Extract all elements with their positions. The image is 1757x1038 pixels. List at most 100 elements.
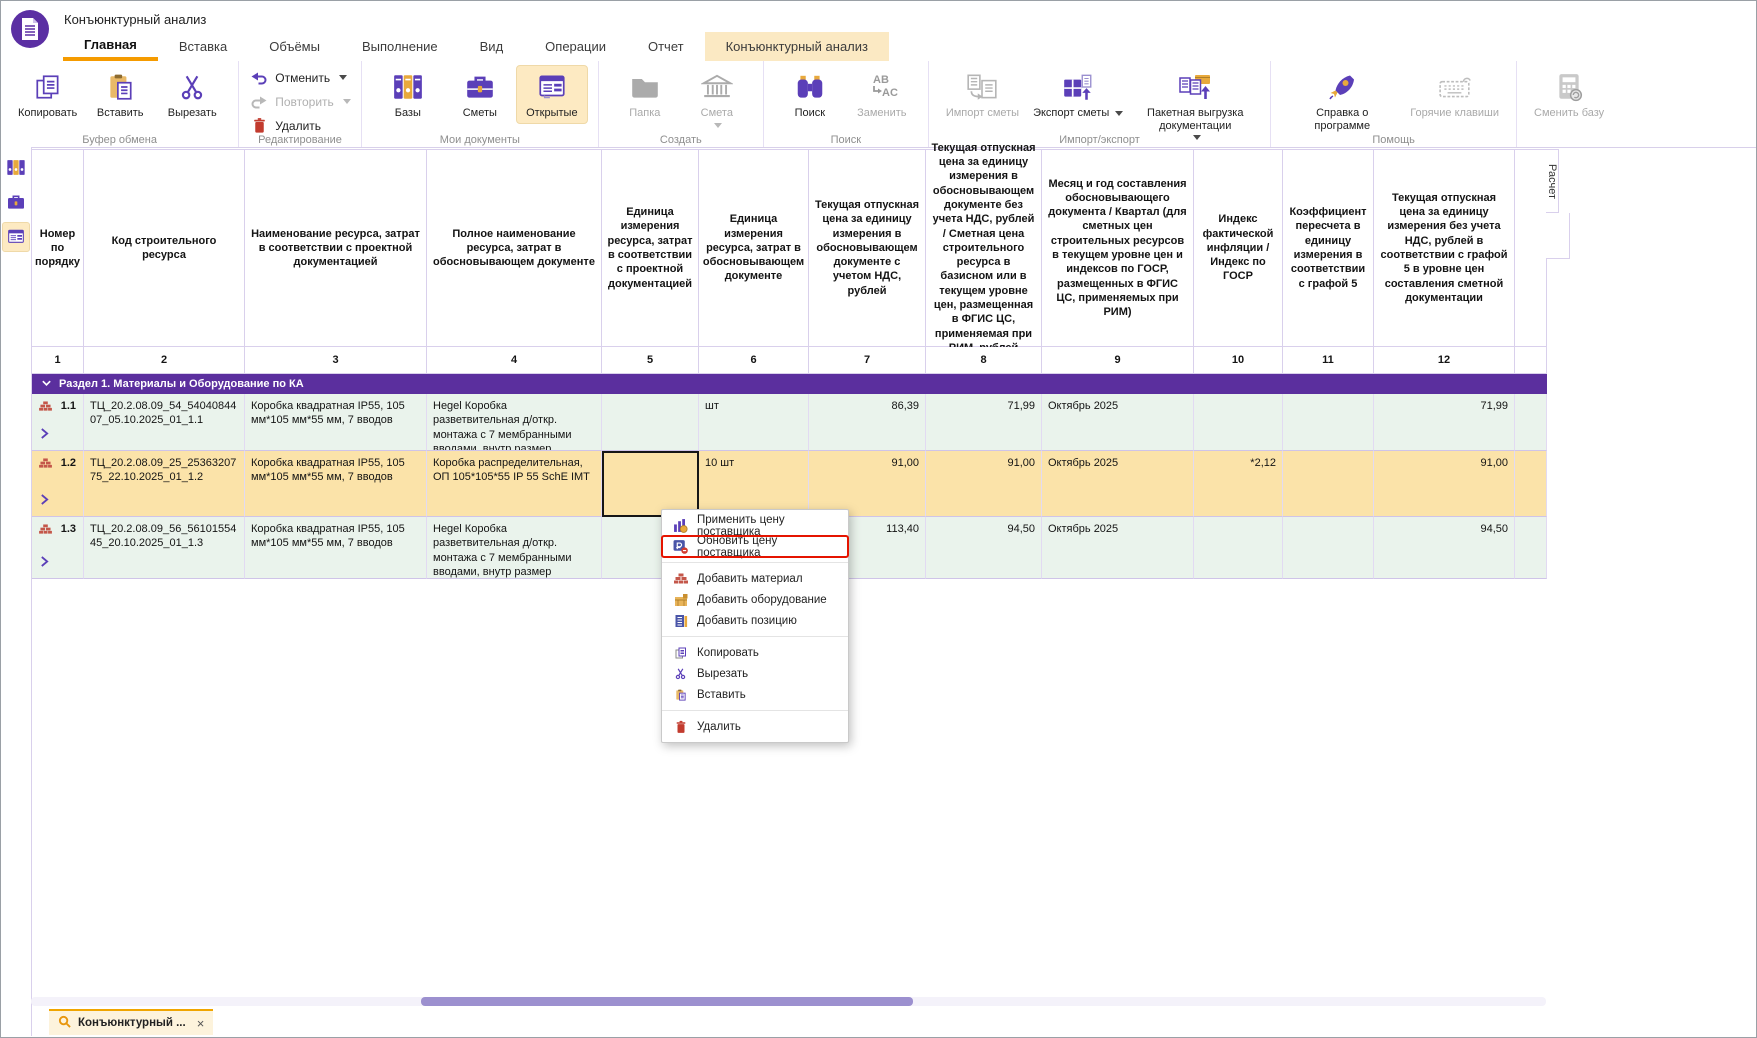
cell-conversion-coef[interactable]	[1283, 451, 1374, 517]
sidebar-open-docs-button[interactable]	[2, 222, 30, 252]
tab-operacii[interactable]: Операции	[524, 32, 627, 61]
cell-price-final[interactable]: 94,50	[1374, 517, 1515, 579]
cell-inflation-index[interactable]	[1194, 394, 1283, 451]
menu-item-paste[interactable]: Вставить	[662, 684, 848, 705]
bases-button[interactable]: Базы	[372, 65, 444, 124]
cell-code[interactable]: ТЦ_20.2.08.09_54_5404084407_05.10.2025_0…	[84, 394, 245, 451]
about-button[interactable]: Справка о программе	[1281, 65, 1403, 136]
delete-button[interactable]: Удалить	[249, 115, 351, 136]
caret-down-icon[interactable]	[339, 75, 347, 80]
magnifier-icon	[58, 1015, 71, 1031]
tab-vypolnenie[interactable]: Выполнение	[341, 32, 459, 61]
tab-vstavka[interactable]: Вставка	[158, 32, 248, 61]
cell-month[interactable]: Октябрь 2025	[1042, 451, 1194, 517]
expand-chevron-icon[interactable]	[40, 427, 49, 444]
cell-price-final[interactable]: 71,99	[1374, 394, 1515, 451]
redo-icon	[249, 94, 269, 109]
caret-down-icon[interactable]	[343, 99, 351, 104]
caret-down-icon[interactable]	[714, 123, 722, 128]
update-price-icon	[673, 539, 688, 554]
menu-item-update-supplier-price[interactable]: Обновить цену поставщика	[662, 536, 848, 557]
cell-price-no-vat[interactable]: 71,99	[926, 394, 1042, 451]
row-number: 1.1	[61, 399, 76, 413]
new-estimate-button[interactable]: Смета	[681, 65, 753, 132]
paste-button[interactable]: Вставить	[84, 65, 156, 124]
open-docs-icon	[536, 69, 568, 105]
row-id-cell[interactable]: 1.2	[32, 451, 84, 517]
replace-button[interactable]: ABAC Заменить	[846, 65, 918, 124]
close-icon[interactable]: ×	[197, 1016, 205, 1031]
cell-conversion-coef[interactable]	[1283, 394, 1374, 451]
row-id-cell[interactable]: 1.3	[32, 517, 84, 579]
new-folder-button[interactable]: Папка	[609, 65, 681, 124]
cell-code[interactable]: ТЦ_20.2.08.09_56_5610155445_20.10.2025_0…	[84, 517, 245, 579]
column-header: Индекс фактической инфляции / Индекс по …	[1194, 150, 1283, 347]
cell-price-no-vat[interactable]: 94,50	[926, 517, 1042, 579]
column-header: Наименование ресурса, затрат в соответст…	[245, 150, 427, 347]
section-header-row[interactable]: Раздел 1. Материалы и Оборудование по КА	[32, 374, 1547, 394]
hotkeys-button[interactable]: Горячие клавиши	[1403, 65, 1506, 124]
cell-code[interactable]: ТЦ_20.2.08.09_25_2536320775_22.10.2025_0…	[84, 451, 245, 517]
cell-unit-doc[interactable]: 10 шт	[699, 451, 809, 517]
horizontal-scrollbar-thumb[interactable]	[421, 997, 913, 1006]
tab-vid[interactable]: Вид	[459, 32, 525, 61]
cell-price-no-vat[interactable]: 91,00	[926, 451, 1042, 517]
cell-unit-doc[interactable]: шт	[699, 394, 809, 451]
import-estimate-button[interactable]: Импорт сметы	[939, 65, 1026, 124]
cell-inflation-index[interactable]	[1194, 517, 1283, 579]
cell-name[interactable]: Коробка квадратная IP55, 105 мм*105 мм*5…	[245, 394, 427, 451]
cell-conversion-coef[interactable]	[1283, 517, 1374, 579]
copy-button[interactable]: Копировать	[11, 65, 84, 124]
chevron-down-icon[interactable]	[41, 378, 52, 390]
cell-spacer[interactable]	[1515, 517, 1547, 579]
paste-icon	[673, 688, 688, 702]
expand-chevron-icon[interactable]	[40, 555, 49, 572]
undo-icon	[249, 70, 269, 85]
tab-konyunkturny-analiz[interactable]: Конъюнктурный анализ	[705, 32, 889, 61]
menu-item-add-position[interactable]: Добавить позицию	[662, 610, 848, 631]
cell-name[interactable]: Коробка квадратная IP55, 105 мм*105 мм*5…	[245, 517, 427, 579]
sidebar-estimates-button[interactable]	[2, 187, 30, 217]
cell-month[interactable]: Октябрь 2025	[1042, 394, 1194, 451]
tab-obyomy[interactable]: Объёмы	[248, 32, 341, 61]
cell-full-name[interactable]: Коробка распределительная, ОП 105*105*55…	[427, 451, 602, 517]
tab-otchet[interactable]: Отчет	[627, 32, 705, 61]
document-tab[interactable]: Конъюнктурный ... ×	[49, 1009, 213, 1035]
tab-glavnaya[interactable]: Главная	[63, 32, 158, 61]
cut-button[interactable]: Вырезать	[156, 65, 228, 124]
redo-button[interactable]: Повторить	[249, 91, 351, 112]
cell-month[interactable]: Октябрь 2025	[1042, 517, 1194, 579]
cell-price-with-vat[interactable]: 86,39	[809, 394, 926, 451]
menu-item-add-material[interactable]: Добавить материал	[662, 568, 848, 589]
tab-raschet[interactable]: Расчет	[1546, 149, 1559, 213]
cell-spacer[interactable]	[1515, 394, 1547, 451]
menu-item-apply-supplier-price[interactable]: Применить цену поставщика	[662, 515, 848, 536]
estimates-button[interactable]: Сметы	[444, 65, 516, 124]
cell-unit-project-focused[interactable]	[602, 451, 699, 517]
expand-chevron-icon[interactable]	[40, 493, 49, 510]
caret-down-icon[interactable]	[1115, 111, 1123, 116]
cell-unit-project[interactable]	[602, 394, 699, 451]
cell-inflation-index[interactable]: *2,12	[1194, 451, 1283, 517]
cell-full-name[interactable]: Hegel Коробка разветвительная д/откр. мо…	[427, 394, 602, 451]
menu-item-add-equipment[interactable]: Добавить оборудование	[662, 589, 848, 610]
sidebar-bases-button[interactable]	[2, 152, 30, 182]
export-estimate-button[interactable]: Экспорт сметы	[1026, 65, 1130, 124]
cell-full-name[interactable]: Hegel Коробка разветвительная д/откр. мо…	[427, 517, 602, 579]
row-id-cell[interactable]: 1.1	[32, 394, 84, 451]
search-button[interactable]: Поиск	[774, 65, 846, 124]
menu-item-copy[interactable]: Копировать	[662, 642, 848, 663]
app-window: Конъюнктурный анализ Главная Вставка Объ…	[0, 0, 1757, 1038]
column-header: Полное наименование ресурса, затрат в об…	[427, 150, 602, 347]
menu-item-delete[interactable]: Удалить	[662, 716, 848, 737]
change-database-button[interactable]: Сменить базу	[1527, 65, 1611, 124]
cell-price-final[interactable]: 91,00	[1374, 451, 1515, 517]
cell-spacer[interactable]	[1515, 451, 1547, 517]
cell-name[interactable]: Коробка квадратная IP55, 105 мм*105 мм*5…	[245, 451, 427, 517]
trash-icon	[249, 117, 269, 134]
menu-item-cut[interactable]: Вырезать	[662, 663, 848, 684]
open-documents-button[interactable]: Открытые	[516, 65, 588, 124]
cell-price-with-vat[interactable]: 91,00	[809, 451, 926, 517]
undo-button[interactable]: Отменить	[249, 67, 351, 88]
batch-export-button[interactable]: Пакетная выгрузка документации	[1130, 65, 1260, 144]
